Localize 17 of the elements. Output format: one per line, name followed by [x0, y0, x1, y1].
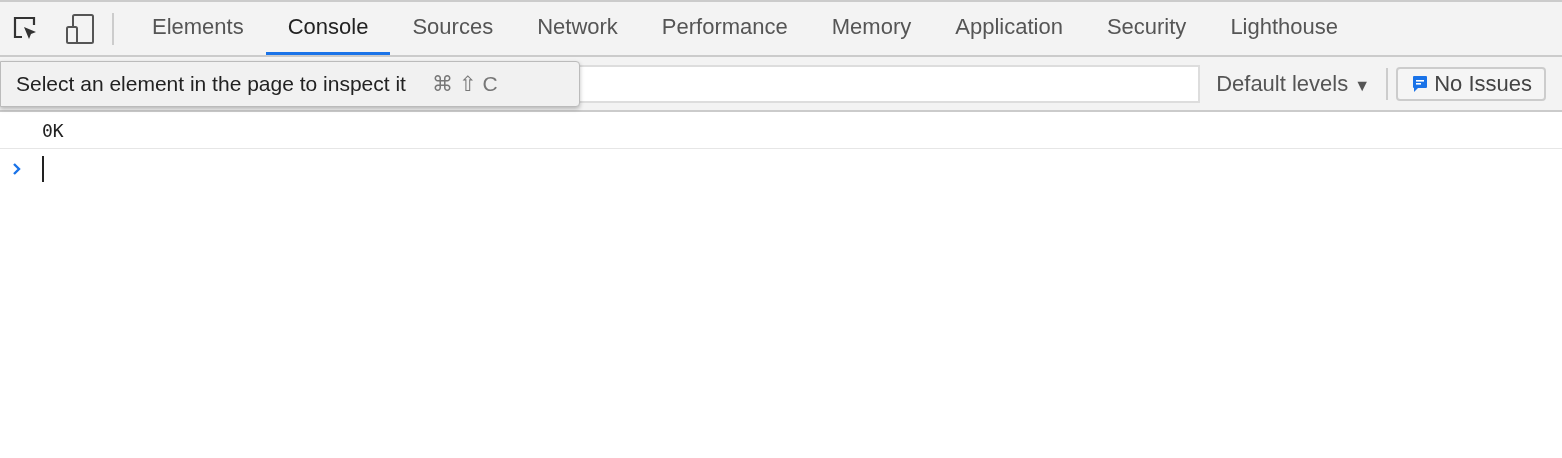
text-cursor	[42, 156, 44, 182]
panel-tab[interactable]: Network	[515, 2, 640, 55]
keyboard-shortcut: ⌘ ⇧ C	[431, 72, 498, 96]
panel-tab[interactable]: Performance	[639, 2, 810, 55]
console-message: 0K	[42, 119, 64, 141]
device-toolbar-icon[interactable]	[64, 12, 96, 45]
tooltip-text: Select an element in the page to inspect it	[16, 72, 406, 96]
message-icon	[1412, 74, 1429, 93]
panel-tab[interactable]: Elements	[130, 2, 266, 55]
panel-tab[interactable]: Lighthouse	[1208, 2, 1361, 55]
panel-tab[interactable]: Application	[933, 2, 1085, 55]
prompt-chevron-icon	[12, 163, 22, 175]
panel-tab[interactable]: Memory	[809, 2, 934, 55]
panel-tab[interactable]: Sources	[390, 2, 516, 55]
levels-dropdown[interactable]: Default levels ▼	[1200, 70, 1387, 97]
issues-button[interactable]: No Issues	[1396, 66, 1546, 101]
panel-tab[interactable]: Security	[1084, 2, 1209, 55]
